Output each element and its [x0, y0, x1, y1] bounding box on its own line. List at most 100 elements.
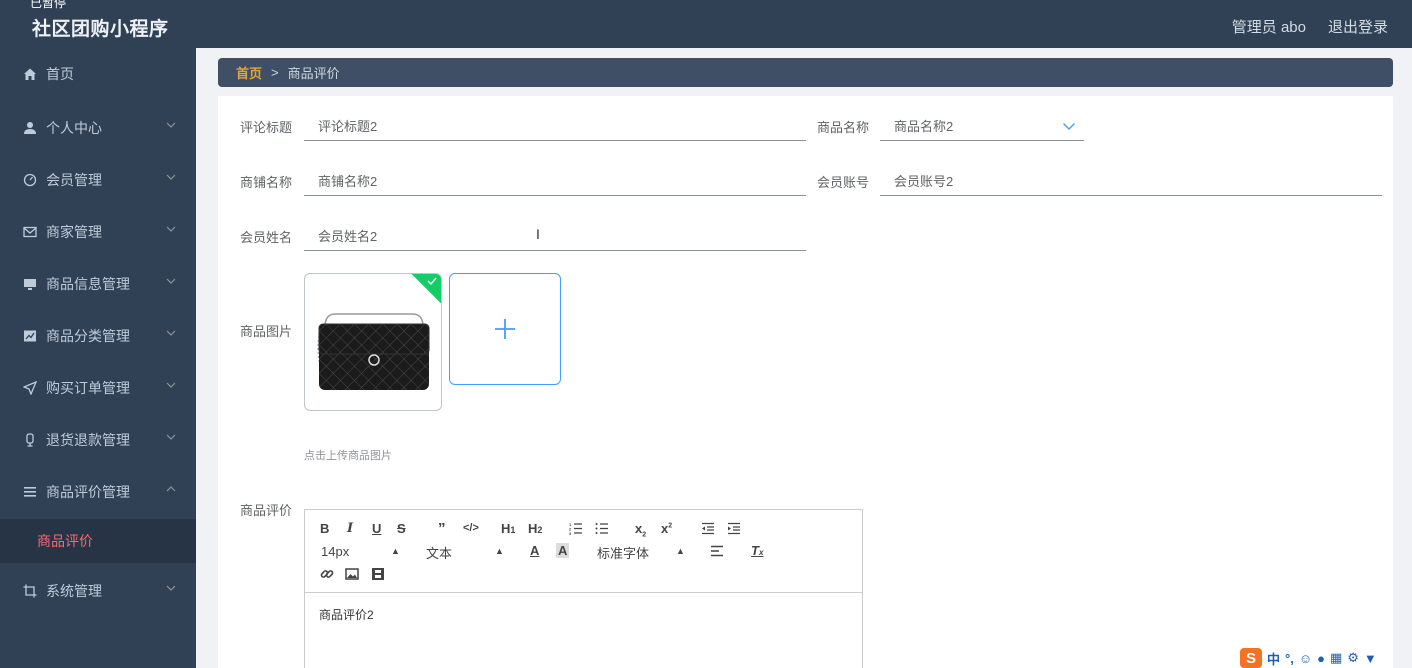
admin-user-label[interactable]: 管理员 abo [1232, 16, 1306, 37]
italic-icon[interactable]: I [347, 521, 353, 536]
refund-icon [22, 432, 38, 448]
emoji-icon[interactable]: ☺ [1299, 651, 1312, 666]
outdent-icon[interactable] [701, 522, 715, 535]
chevron-down-icon [166, 174, 176, 180]
font-size-caret-icon: ▲ [391, 546, 400, 556]
sidebar-item-label: 购买订单管理 [46, 380, 130, 396]
header-actions: 管理员 abo 退出登录 [1232, 16, 1388, 37]
ime-mode[interactable]: 中 [1267, 649, 1280, 668]
logout-button[interactable]: 退出登录 [1328, 16, 1388, 37]
ime-toolbar: S 中 °, ☺ ● ▦ ⚙ ▼ [1240, 648, 1412, 668]
member-name-label: 会员姓名 [240, 230, 293, 245]
plus-icon [495, 319, 515, 339]
chevron-down-icon [166, 226, 176, 232]
superscript-icon[interactable]: x2 [661, 521, 672, 536]
strikethrough-icon[interactable]: S [397, 521, 406, 536]
check-icon [427, 277, 437, 286]
code-icon[interactable]: </> [463, 522, 479, 534]
indent-icon[interactable] [727, 522, 741, 535]
skin-icon[interactable]: ▼ [1364, 651, 1377, 666]
breadcrumb-home-link[interactable]: 首页 [236, 63, 262, 82]
shop-name-input[interactable]: 商铺名称2 [304, 166, 806, 196]
sidebar-item-profile[interactable]: 个人中心 [0, 102, 196, 154]
sidebar-item-orders[interactable]: 购买订单管理 [0, 362, 196, 414]
sidebar-item-product-category[interactable]: 商品分类管理 [0, 310, 196, 362]
subscript-icon[interactable]: x2 [635, 521, 646, 539]
send-icon [22, 380, 38, 396]
bold-icon[interactable]: B [320, 521, 329, 536]
home-icon [22, 66, 38, 82]
editor-content[interactable]: 商品评价2 [319, 606, 374, 623]
top-header: 已暂停 社区团购小程序 管理员 abo 退出登录 [0, 0, 1412, 48]
sidebar-item-members[interactable]: 会员管理 [0, 154, 196, 206]
font-family-caret-icon: ▲ [676, 546, 685, 556]
sogou-logo[interactable]: S [1240, 648, 1262, 668]
chevron-down-icon [166, 585, 176, 591]
handbag-image [317, 313, 430, 390]
sidebar-item-merchants[interactable]: 商家管理 [0, 206, 196, 258]
app-title: 社区团购小程序 [32, 19, 169, 40]
upload-hint: 点击上传商品图片 [304, 450, 392, 462]
member-account-input[interactable]: 会员账号2 [880, 166, 1382, 196]
heading1-icon[interactable]: H1 [501, 521, 515, 536]
heading2-icon[interactable]: H2 [528, 521, 542, 536]
rich-text-editor: B I U S ” </> H1 H2 123 x2 x2 14px ▲ 文本 … [304, 509, 863, 668]
tools-icon[interactable]: ⚙ [1347, 650, 1359, 666]
font-color-icon[interactable]: A [530, 543, 539, 558]
sidebar-item-label: 首页 [46, 66, 74, 82]
keyboard-icon[interactable]: ▦ [1330, 650, 1342, 666]
breadcrumb: 首页 > 商品评价 [218, 58, 1393, 87]
link-icon[interactable] [320, 567, 334, 581]
upload-add-button[interactable] [449, 273, 561, 385]
align-icon[interactable] [710, 545, 724, 557]
background-color-icon[interactable]: A [556, 543, 570, 558]
clear-format-icon[interactable]: Tx [751, 543, 763, 558]
svg-text:3: 3 [569, 531, 572, 535]
image-icon[interactable] [345, 567, 359, 581]
sidebar-item-label: 会员管理 [46, 172, 102, 188]
sidebar-item-refunds[interactable]: 退货退款管理 [0, 414, 196, 466]
editor-toolbar: B I U S ” </> H1 H2 123 x2 x2 14px ▲ 文本 … [305, 510, 862, 593]
chevron-down-icon [166, 434, 176, 440]
review-label: 商品评价 [240, 503, 293, 518]
sidebar-item-label: 商品分类管理 [46, 328, 130, 344]
monitor-icon [22, 276, 38, 292]
chevron-down-icon [166, 122, 176, 128]
sidebar-item-home[interactable]: 首页 [0, 48, 196, 100]
chart-icon [22, 328, 38, 344]
crop-icon [22, 583, 38, 599]
sidebar: 首页 个人中心 会员管理 商家管理 商品信息管理 商品分类管理 购买订单管理 退… [0, 48, 196, 668]
paused-indicator: 已暂停 [30, 0, 67, 10]
sidebar-item-label: 退货退款管理 [46, 432, 130, 448]
product-name-selected: 商品名称2 [894, 119, 954, 134]
sidebar-item-reviews[interactable]: 商品评价管理 [0, 466, 196, 518]
product-name-label: 商品名称 [817, 120, 870, 135]
product-name-select[interactable]: 商品名称2 [880, 111, 1084, 141]
chevron-down-icon [166, 330, 176, 336]
sidebar-item-system[interactable]: 系统管理 [0, 565, 196, 617]
sidebar-item-label: 商家管理 [46, 224, 102, 240]
comment-title-input[interactable]: 评论标题2 [304, 111, 806, 141]
font-family-select[interactable]: 标准字体 [597, 543, 649, 562]
chevron-up-icon [166, 486, 176, 492]
punctuation-icon[interactable]: °, [1285, 651, 1294, 666]
user-icon [22, 120, 38, 136]
uploaded-image-card[interactable] [304, 273, 442, 411]
font-size-select[interactable]: 14px [321, 544, 349, 559]
blockquote-icon[interactable]: ” [438, 520, 446, 537]
text-style-select[interactable]: 文本 [426, 543, 452, 562]
bullet-list-icon[interactable] [595, 522, 609, 535]
breadcrumb-separator: > [271, 65, 279, 80]
sidebar-item-product-info[interactable]: 商品信息管理 [0, 258, 196, 310]
chevron-down-icon [166, 382, 176, 388]
microphone-icon[interactable]: ● [1317, 651, 1325, 666]
list-icon [22, 484, 38, 500]
comment-title-label: 评论标题 [240, 120, 293, 135]
member-name-input[interactable]: 会员姓名2 [304, 221, 806, 251]
ordered-list-icon[interactable]: 123 [569, 522, 583, 535]
sidebar-subitem-product-review[interactable]: 商品评价 [0, 519, 196, 563]
sidebar-item-label: 系统管理 [46, 583, 102, 599]
shop-name-label: 商铺名称 [240, 175, 293, 190]
video-icon[interactable] [371, 567, 385, 581]
underline-icon[interactable]: U [372, 521, 381, 536]
